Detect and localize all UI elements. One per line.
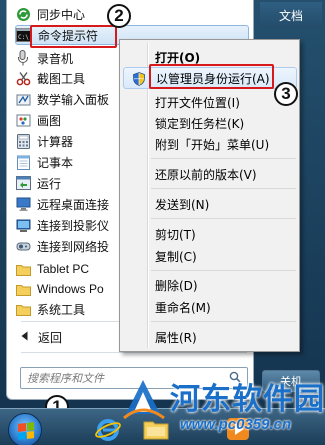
sync-center-icon bbox=[15, 6, 31, 22]
program-label: 数学输入面板 bbox=[37, 92, 110, 107]
folder-label: Windows Po bbox=[37, 282, 104, 296]
run-icon bbox=[15, 175, 31, 191]
folder-icon bbox=[15, 261, 31, 277]
notepad-icon bbox=[15, 154, 31, 170]
menu-separator bbox=[151, 188, 296, 189]
menu-item-copy[interactable]: 复制(C) bbox=[123, 245, 297, 267]
folder-label: 系统工具 bbox=[37, 302, 86, 317]
program-label: 截图工具 bbox=[37, 71, 86, 86]
program-label: 远程桌面连接 bbox=[37, 197, 110, 212]
windows-logo-icon bbox=[18, 422, 34, 440]
paint-icon bbox=[15, 112, 31, 128]
program-sync-center[interactable]: 同步中心 bbox=[15, 4, 249, 24]
calculator-icon bbox=[15, 133, 31, 149]
search-placeholder: 搜索程序和文件 bbox=[27, 372, 104, 385]
highlight-command-prompt bbox=[30, 25, 117, 48]
program-label: 录音机 bbox=[37, 51, 74, 66]
step-2-marker: 2 bbox=[107, 4, 131, 28]
menu-item-restore-versions[interactable]: 还原以前的版本(V) bbox=[123, 163, 297, 185]
menu-item-rename[interactable]: 重命名(M) bbox=[123, 296, 297, 318]
projector-icon bbox=[15, 217, 31, 233]
menu-item-pin-taskbar[interactable]: 锁定到任务栏(K) bbox=[123, 112, 297, 134]
menu-item-cut[interactable]: 剪切(T) bbox=[123, 223, 297, 245]
menu-divider bbox=[21, 352, 247, 353]
program-label: 计算器 bbox=[37, 134, 74, 149]
network-projector-icon bbox=[15, 238, 31, 254]
folder-icon bbox=[15, 281, 31, 297]
menu-item-pin-start[interactable]: 附到「开始」菜单(U) bbox=[123, 133, 297, 155]
menu-item-send-to[interactable]: 发送到(N) bbox=[123, 193, 297, 215]
step-3-marker: 3 bbox=[274, 82, 298, 106]
taskbar bbox=[0, 408, 325, 445]
program-label: 运行 bbox=[37, 176, 62, 191]
math-input-icon bbox=[15, 91, 31, 107]
back-label: 返回 bbox=[38, 330, 63, 345]
program-label: 连接到投影仪 bbox=[37, 218, 110, 233]
menu-separator bbox=[151, 270, 296, 271]
menu-item-open-file-location[interactable]: 打开文件位置(I) bbox=[123, 91, 297, 113]
microphone-icon bbox=[15, 50, 31, 66]
ie-icon[interactable] bbox=[92, 414, 124, 444]
highlight-run-as-admin bbox=[149, 64, 274, 89]
search-icon bbox=[229, 371, 241, 386]
scissors-icon bbox=[15, 70, 31, 86]
folder-icon bbox=[15, 301, 31, 317]
back-button[interactable]: 返回 bbox=[15, 326, 135, 348]
svg-text:C:\: C:\ bbox=[18, 34, 29, 41]
program-label: 同步中心 bbox=[37, 7, 86, 22]
media-player-icon[interactable] bbox=[222, 414, 254, 444]
menu-item-delete[interactable]: 删除(D) bbox=[123, 274, 297, 296]
program-label: 记事本 bbox=[37, 155, 74, 170]
menu-separator bbox=[151, 158, 296, 159]
shutdown-button[interactable]: 关机 bbox=[262, 370, 320, 392]
uac-shield-icon bbox=[133, 72, 145, 86]
documents-link[interactable]: 文档 bbox=[260, 2, 322, 28]
search-input[interactable]: 搜索程序和文件 bbox=[20, 367, 248, 389]
program-label: 连接到网络投 bbox=[37, 239, 110, 254]
remote-desktop-icon bbox=[15, 196, 31, 212]
menu-separator bbox=[151, 218, 296, 219]
program-label: 画图 bbox=[37, 113, 62, 128]
explorer-folder-icon[interactable] bbox=[140, 414, 172, 444]
menu-item-properties[interactable]: 属性(R) bbox=[123, 326, 297, 348]
menu-separator bbox=[151, 321, 296, 322]
left-triangle-icon bbox=[21, 330, 28, 344]
folder-label: Tablet PC bbox=[37, 262, 90, 276]
start-button[interactable] bbox=[8, 413, 42, 445]
